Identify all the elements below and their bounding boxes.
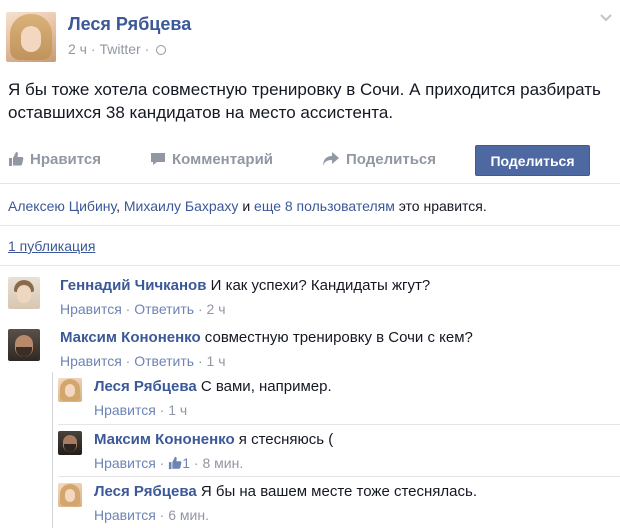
author-avatar[interactable] [6,12,56,62]
divider [58,424,620,425]
avatar[interactable] [8,329,40,361]
comment-text: И как успехи? Кандидаты жгут? [206,277,431,294]
comment-text: совместную тренировку в Сочи с кем? [200,329,473,346]
avatar[interactable] [58,483,82,507]
post-text: Я бы тоже хотела совместную тренировку в… [8,80,601,122]
comment-like-link[interactable]: Нравится [60,301,122,317]
thumbs-up-icon [9,152,24,166]
reply-time[interactable]: 8 мин. [202,455,243,471]
comment-action[interactable]: Комментарий [150,151,273,168]
reply-thread-line [52,372,53,528]
avatar[interactable] [58,431,82,455]
liker-link[interactable]: Михаилу Бахраху [124,198,239,214]
comment-time[interactable]: 2 ч [207,301,226,317]
likes-summary: Алексею Цибину, Михаилу Бахраху и еще 8 … [8,198,487,214]
post-meta: 2 ч · Twitter · [68,41,167,57]
reply-meta: Нравится · 1 · 8 мин. [94,455,244,471]
comment-like-link[interactable]: Нравится [60,353,122,369]
comment-time[interactable]: 1 ч [207,353,226,369]
divider [0,183,620,184]
reply-author[interactable]: Леся Рябцева [94,483,197,500]
share-arrow-icon [323,152,339,166]
share-action[interactable]: Поделиться [322,151,436,168]
other-likers-link[interactable]: еще 8 пользователям [254,198,395,214]
globe-icon[interactable] [156,45,167,55]
reply-like-link[interactable]: Нравится [94,455,156,471]
avatar[interactable] [8,277,40,309]
comment-reply-link[interactable]: Ответить [134,301,194,317]
post-time[interactable]: 2 ч [68,41,87,57]
reply-meta: Нравится · 6 мин. [94,507,209,523]
comment-author[interactable]: Максим Кононенко [60,329,201,346]
avatar[interactable] [58,378,82,402]
chevron-down-icon[interactable] [600,12,612,24]
reply-like-count[interactable]: 1 [182,455,190,471]
post-header: Леся Рябцева 2 ч · Twitter · [0,0,620,70]
liker-link[interactable]: Алексею Цибину [8,198,116,214]
reply-text: я стесняюсь ( [234,431,334,448]
reply-text: С вами, например. [196,378,332,395]
reply-author[interactable]: Максим Кононенко [94,431,235,448]
share-button[interactable]: Поделиться [475,145,590,176]
divider [0,265,620,266]
comment-author[interactable]: Геннадий Чичканов [60,277,206,294]
divider [58,476,620,477]
reply-text: Я бы на вашем месте тоже стеснялась. [196,483,477,500]
reply-time[interactable]: 6 мин. [168,507,209,523]
publications-link[interactable]: 1 публикация [8,238,95,254]
divider [0,225,620,226]
comment-meta: Нравится · Ответить · 2 ч [60,301,226,317]
post-author[interactable]: Леся Рябцева [68,14,191,35]
like-action[interactable]: Нравится [8,151,101,168]
comment-meta: Нравится · Ответить · 1 ч [60,353,226,369]
comment-reply-link[interactable]: Ответить [134,353,194,369]
reply-time[interactable]: 1 ч [168,402,187,418]
reply-author[interactable]: Леся Рябцева [94,378,197,395]
reply-like-link[interactable]: Нравится [94,402,156,418]
comment-icon [151,153,165,165]
reply-meta: Нравится · 1 ч [94,402,188,418]
reply-like-link[interactable]: Нравится [94,507,156,523]
post-source: Twitter [99,41,141,57]
thumbs-up-icon[interactable] [168,456,182,470]
